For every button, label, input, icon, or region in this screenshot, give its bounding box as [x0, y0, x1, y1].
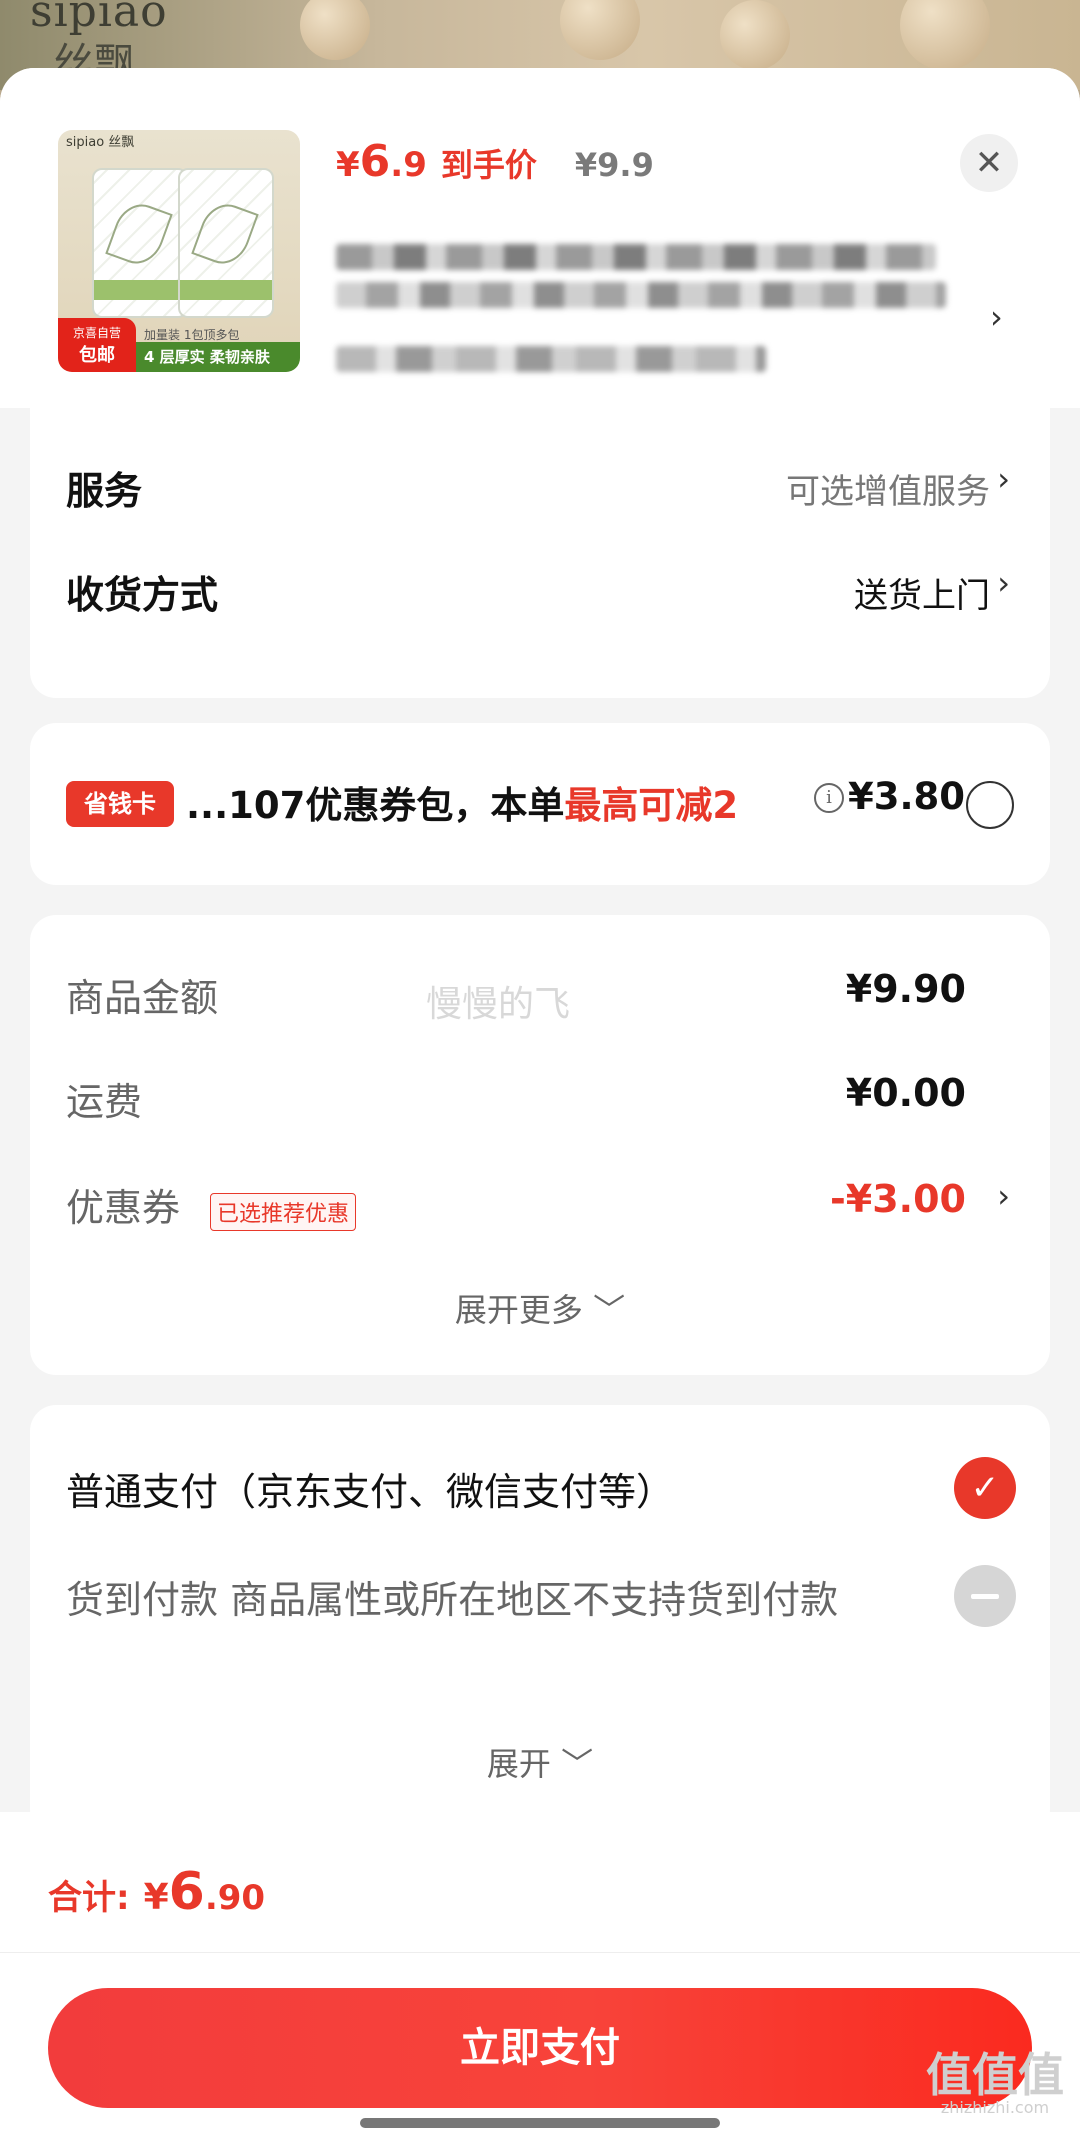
- product-pack-image: [178, 168, 274, 318]
- save-card-badge: 省钱卡: [66, 781, 174, 827]
- background-decor: [720, 0, 790, 70]
- thumb-caption: 加量装 1包顶多包: [144, 328, 240, 342]
- coupon-value[interactable]: -¥3.00: [830, 1177, 966, 1221]
- original-price: ¥9.9: [574, 146, 654, 184]
- checkout-sheet: sipiao 丝飘 加量装 1包顶多包 京喜自营 包邮 4 层厚实 柔韧亲肤 ¥…: [0, 68, 1080, 2137]
- background-decor: [900, 0, 990, 70]
- background-decor: [300, 0, 370, 60]
- user-watermark: 慢慢的飞: [426, 984, 571, 1025]
- final-price: ¥6.9: [336, 136, 427, 187]
- coupon-label: 优惠券: [66, 1186, 181, 1230]
- site-watermark: 值值值 zhizhizhi.com: [926, 2048, 1064, 2117]
- info-icon[interactable]: i: [814, 783, 844, 813]
- save-card-radio[interactable]: [966, 781, 1014, 829]
- shipping-badge: 京喜自营 包邮: [58, 318, 136, 372]
- save-card-price: ¥3.80: [848, 775, 966, 818]
- total-label: 合计:: [48, 1878, 130, 1918]
- thumb-feature-strip: 4 层厚实 柔韧亲肤: [136, 342, 300, 372]
- close-icon[interactable]: ✕: [960, 134, 1018, 192]
- price-line: ¥6.9 到手价 ¥9.9: [336, 136, 654, 196]
- product-header: sipiao 丝飘 加量装 1包顶多包 京喜自营 包邮 4 层厚实 柔韧亲肤 ¥…: [0, 68, 1080, 408]
- badge-big-text: 包邮: [79, 345, 115, 366]
- thumb-brand: sipiao 丝飘: [66, 135, 135, 150]
- payment-card: 普通支付（京东支付、微信支付等） ✓ 货到付款 商品属性或所在地区不支持货到付款…: [30, 1405, 1050, 1835]
- product-title-blurred[interactable]: [336, 228, 976, 398]
- chevron-right-icon[interactable]: ›: [997, 564, 1010, 602]
- fees-card: 慢慢的飞 商品金额 ¥9.90 运费 ¥0.00 优惠券 已选推荐优惠 -¥3.…: [30, 915, 1050, 1375]
- save-card[interactable]: 省钱卡 ...107优惠券包，本单最高可减2 i ¥3.80: [30, 723, 1050, 885]
- goods-amount-label: 商品金额: [66, 976, 219, 1020]
- pay-now-button[interactable]: 立即支付: [48, 1988, 1032, 2108]
- chevron-right-icon[interactable]: ›: [990, 298, 1003, 336]
- shipping-fee-label: 运费: [66, 1080, 143, 1124]
- chevron-right-icon[interactable]: ›: [997, 1177, 1010, 1215]
- badge-small-text: 京喜自营: [72, 326, 121, 340]
- background-decor: [560, 0, 640, 60]
- home-indicator[interactable]: [360, 2118, 720, 2128]
- save-card-text: ...107优惠券包，本单最高可减2: [186, 784, 739, 827]
- order-total: 合计: ¥6.90: [48, 1862, 266, 1922]
- expand-payment-link[interactable]: 展开 ﹀: [30, 1739, 1050, 1785]
- disabled-icon: [954, 1565, 1016, 1627]
- service-value[interactable]: 可选增值服务: [786, 464, 990, 513]
- expand-more-link[interactable]: 展开更多 ﹀: [30, 1285, 1050, 1331]
- payment-normal-option[interactable]: 普通支付（京东支付、微信支付等）: [66, 1461, 674, 1516]
- options-card: 数量 服务 可选增值服务 › 收货方式 送货上门 ›: [30, 348, 1050, 698]
- product-pack-image: [92, 168, 188, 318]
- checked-icon[interactable]: ✓: [954, 1457, 1016, 1519]
- shipping-fee-value: ¥0.00: [845, 1071, 966, 1115]
- payment-cod-option: 货到付款 商品属性或所在地区不支持货到付款: [66, 1578, 839, 1622]
- final-price-tag: 到手价: [440, 146, 537, 184]
- coupon-tag: 已选推荐优惠: [210, 1193, 357, 1231]
- chevron-right-icon[interactable]: ›: [997, 460, 1010, 498]
- divider: [0, 1952, 1080, 1953]
- product-thumbnail[interactable]: sipiao 丝飘 加量装 1包顶多包 京喜自营 包邮 4 层厚实 柔韧亲肤: [58, 130, 300, 372]
- checkout-footer: 合计: ¥6.90 立即支付: [0, 1812, 1080, 2137]
- delivery-label: 收货方式: [66, 573, 219, 617]
- service-label: 服务: [66, 469, 143, 513]
- goods-amount-value: ¥9.90: [845, 967, 966, 1011]
- delivery-value[interactable]: 送货上门: [854, 568, 990, 617]
